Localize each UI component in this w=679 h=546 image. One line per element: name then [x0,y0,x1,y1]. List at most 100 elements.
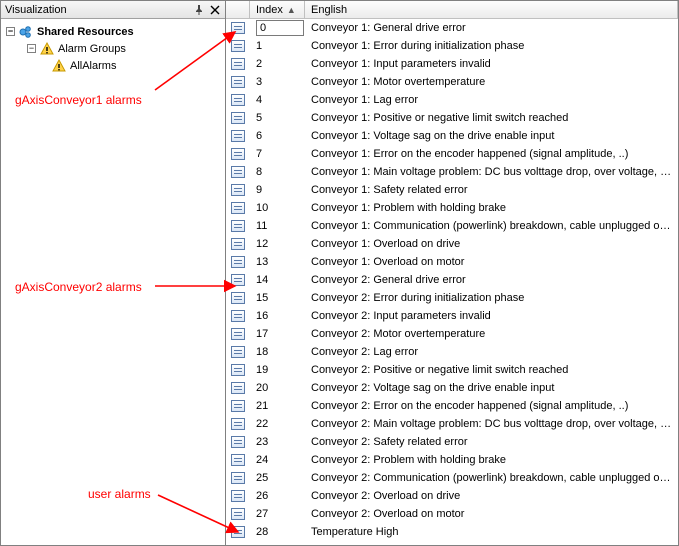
cell-index[interactable]: 4 [250,94,305,106]
tree-node-alarm-groups[interactable]: − Alarm Groups [3,40,223,57]
cell-index[interactable]: 12 [250,238,305,250]
cell-english[interactable]: Conveyor 2: General drive error [305,274,678,286]
cell-index[interactable] [250,20,305,36]
cell-english[interactable]: Conveyor 1: Overload on motor [305,256,678,268]
table-row[interactable]: 27Conveyor 2: Overload on motor [226,505,678,523]
table-row[interactable]: 7Conveyor 1: Error on the encoder happen… [226,145,678,163]
cell-index[interactable]: 23 [250,436,305,448]
cell-index[interactable]: 17 [250,328,305,340]
cell-index[interactable]: 10 [250,202,305,214]
grid-body[interactable]: Conveyor 1: General drive error1Conveyor… [226,19,678,545]
cell-english[interactable]: Conveyor 2: Input parameters invalid [305,310,678,322]
index-edit-input[interactable] [256,20,304,36]
cell-index[interactable]: 8 [250,166,305,178]
cell-english[interactable]: Conveyor 1: Overload on drive [305,238,678,250]
cell-index[interactable]: 22 [250,418,305,430]
table-row[interactable]: 19Conveyor 2: Positive or negative limit… [226,361,678,379]
cell-english[interactable]: Conveyor 2: Motor overtemperature [305,328,678,340]
cell-index[interactable]: 14 [250,274,305,286]
table-row[interactable]: 22Conveyor 2: Main voltage problem: DC b… [226,415,678,433]
cell-index[interactable]: 1 [250,40,305,52]
cell-index[interactable]: 27 [250,508,305,520]
table-row[interactable]: 25Conveyor 2: Communication (powerlink) … [226,469,678,487]
table-row[interactable]: 23Conveyor 2: Safety related error [226,433,678,451]
tree-leaf-allalarms[interactable]: AllAlarms [3,57,223,74]
cell-index[interactable]: 9 [250,184,305,196]
cell-english[interactable]: Conveyor 1: Error during initialization … [305,40,678,52]
table-row[interactable]: 28Temperature High [226,523,678,541]
cell-index[interactable]: 26 [250,490,305,502]
cell-english[interactable]: Conveyor 2: Lag error [305,346,678,358]
table-row[interactable]: 5Conveyor 1: Positive or negative limit … [226,109,678,127]
tree-root-shared-resources[interactable]: − Shared Resources [3,23,223,40]
cell-english[interactable]: Conveyor 2: Error on the encoder happene… [305,400,678,412]
cell-index[interactable]: 3 [250,76,305,88]
cell-english[interactable]: Conveyor 1: Positive or negative limit s… [305,112,678,124]
table-row[interactable]: 13Conveyor 1: Overload on motor [226,253,678,271]
table-row[interactable]: 12Conveyor 1: Overload on drive [226,235,678,253]
cell-english[interactable]: Temperature High [305,526,678,538]
cell-index[interactable]: 13 [250,256,305,268]
cell-index[interactable]: 16 [250,310,305,322]
table-row[interactable]: 24Conveyor 2: Problem with holding brake [226,451,678,469]
cell-english[interactable]: Conveyor 1: Lag error [305,94,678,106]
table-row[interactable]: 8Conveyor 1: Main voltage problem: DC bu… [226,163,678,181]
cell-english[interactable]: Conveyor 2: Safety related error [305,436,678,448]
cell-index[interactable]: 25 [250,472,305,484]
cell-english[interactable]: Conveyor 1: Problem with holding brake [305,202,678,214]
table-row[interactable]: 3Conveyor 1: Motor overtemperature [226,73,678,91]
table-row[interactable]: 6Conveyor 1: Voltage sag on the drive en… [226,127,678,145]
cell-english[interactable]: Conveyor 1: Voltage sag on the drive ena… [305,130,678,142]
cell-english[interactable]: Conveyor 1: Input parameters invalid [305,58,678,70]
cell-english[interactable]: Conveyor 2: Positive or negative limit s… [305,364,678,376]
cell-english[interactable]: Conveyor 2: Communication (powerlink) br… [305,472,678,484]
pin-icon[interactable] [193,4,205,16]
cell-english[interactable]: Conveyor 1: Main voltage problem: DC bus… [305,166,678,178]
table-row[interactable]: 21Conveyor 2: Error on the encoder happe… [226,397,678,415]
cell-index[interactable]: 24 [250,454,305,466]
cell-index[interactable]: 28 [250,526,305,538]
cell-index[interactable]: 19 [250,364,305,376]
cell-index[interactable]: 18 [250,346,305,358]
table-row[interactable]: Conveyor 1: General drive error [226,19,678,37]
cell-english[interactable]: Conveyor 1: Error on the encoder happene… [305,148,678,160]
cell-index[interactable]: 5 [250,112,305,124]
cell-index[interactable]: 11 [250,220,305,232]
grid-header-index[interactable]: Index ▲ [250,1,305,18]
table-row[interactable]: 9Conveyor 1: Safety related error [226,181,678,199]
panel-titlebar[interactable]: Visualization [1,1,225,19]
cell-index[interactable]: 7 [250,148,305,160]
table-row[interactable]: 4Conveyor 1: Lag error [226,91,678,109]
tree-view[interactable]: − Shared Resources − Alarm Groups AllAla… [1,19,225,545]
table-row[interactable]: 11Conveyor 1: Communication (powerlink) … [226,217,678,235]
cell-english[interactable]: Conveyor 1: Communication (powerlink) br… [305,220,678,232]
cell-index[interactable]: 2 [250,58,305,70]
table-row[interactable]: 18Conveyor 2: Lag error [226,343,678,361]
grid-header-icon-col[interactable] [226,1,250,18]
cell-english[interactable]: Conveyor 2: Overload on drive [305,490,678,502]
cell-index[interactable]: 15 [250,292,305,304]
table-row[interactable]: 17Conveyor 2: Motor overtemperature [226,325,678,343]
table-row[interactable]: 10Conveyor 1: Problem with holding brake [226,199,678,217]
cell-english[interactable]: Conveyor 1: General drive error [305,22,678,34]
table-row[interactable]: 14Conveyor 2: General drive error [226,271,678,289]
table-row[interactable]: 26Conveyor 2: Overload on drive [226,487,678,505]
cell-english[interactable]: Conveyor 2: Overload on motor [305,508,678,520]
collapse-icon[interactable]: − [27,44,36,53]
close-icon[interactable] [209,4,221,16]
cell-english[interactable]: Conveyor 1: Safety related error [305,184,678,196]
table-row[interactable]: 16Conveyor 2: Input parameters invalid [226,307,678,325]
cell-index[interactable]: 21 [250,400,305,412]
cell-english[interactable]: Conveyor 1: Motor overtemperature [305,76,678,88]
table-row[interactable]: 2Conveyor 1: Input parameters invalid [226,55,678,73]
cell-index[interactable]: 20 [250,382,305,394]
collapse-icon[interactable]: − [6,27,15,36]
table-row[interactable]: 1Conveyor 1: Error during initialization… [226,37,678,55]
cell-english[interactable]: Conveyor 2: Main voltage problem: DC bus… [305,418,678,430]
grid-header-english[interactable]: English [305,1,678,18]
cell-english[interactable]: Conveyor 2: Problem with holding brake [305,454,678,466]
table-row[interactable]: 15Conveyor 2: Error during initializatio… [226,289,678,307]
cell-index[interactable]: 6 [250,130,305,142]
table-row[interactable]: 20Conveyor 2: Voltage sag on the drive e… [226,379,678,397]
cell-english[interactable]: Conveyor 2: Error during initialization … [305,292,678,304]
